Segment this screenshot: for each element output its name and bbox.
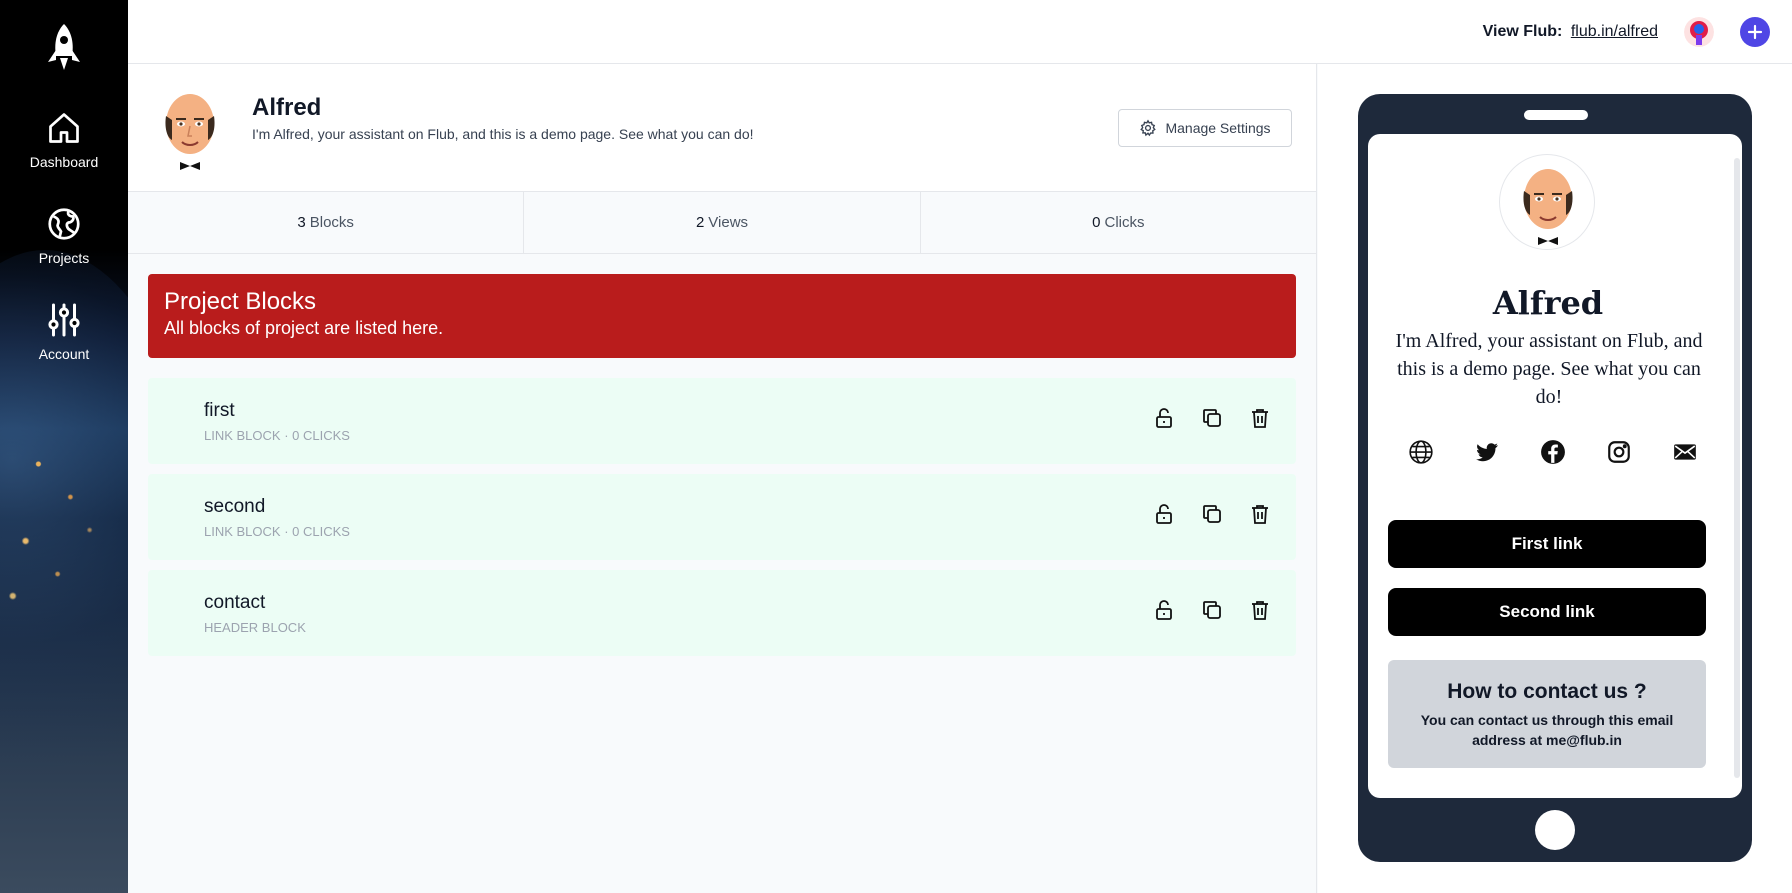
email-icon[interactable]: [1672, 439, 1698, 465]
duplicate-icon[interactable]: [1200, 406, 1224, 430]
block-row[interactable]: first Link Block · 0 Clicks: [148, 378, 1296, 464]
preview-scrollbar[interactable]: [1734, 158, 1740, 778]
trash-icon[interactable]: [1248, 406, 1272, 430]
phone-home-button: [1535, 810, 1575, 850]
project-blocks-banner: Project Blocks All blocks of project are…: [148, 274, 1296, 358]
block-name: first: [204, 400, 235, 421]
trash-icon[interactable]: [1248, 598, 1272, 622]
view-flub-label: View Flub:: [1482, 22, 1563, 40]
instagram-icon[interactable]: [1606, 439, 1632, 465]
stat-blocks: 3 Blocks: [128, 192, 525, 253]
sidebar-item-projects[interactable]: Projects: [0, 206, 128, 266]
preview-avatar-image: [1523, 169, 1573, 245]
stat-value: 3: [297, 214, 306, 231]
stat-unit: Views: [708, 214, 749, 231]
block-actions: [1152, 406, 1272, 430]
sliders-icon: [48, 303, 80, 337]
social-links: [1408, 439, 1698, 465]
stats-bar: 3 Blocks 2 Views 0 Clicks: [128, 192, 1316, 254]
stat-unit: Clicks: [1104, 214, 1145, 231]
preview-first-link-button[interactable]: First link: [1388, 520, 1706, 568]
sidebar-item-label: Account: [38, 346, 90, 362]
block-actions: [1152, 598, 1272, 622]
twitter-icon[interactable]: [1474, 439, 1500, 465]
user-avatar-image: [1684, 16, 1714, 47]
unlock-icon[interactable]: [1152, 598, 1176, 622]
preview-second-link-button[interactable]: Second link: [1388, 588, 1706, 636]
sidebar-item-label: Projects: [38, 250, 90, 266]
block-meta: Link Block · 0 Clicks: [204, 524, 350, 539]
sidebar-item-account[interactable]: Account: [0, 302, 128, 362]
block-row[interactable]: contact Header Block: [148, 570, 1296, 656]
block-name: second: [204, 496, 266, 517]
phone-screen[interactable]: Alfred I'm Alfred, your assistant on Flu…: [1368, 134, 1742, 798]
contact-card-title: How to contact us ?: [1447, 680, 1647, 703]
rocket-logo-icon[interactable]: [44, 22, 84, 74]
block-actions: [1152, 502, 1272, 526]
sidebar-item-label: Dashboard: [29, 154, 99, 170]
stat-clicks: 0 Clicks: [921, 192, 1316, 253]
home-icon: [49, 113, 79, 143]
sidebar: Dashboard Projects Account: [0, 0, 128, 893]
contact-card-text: You can contact us through this email ad…: [1420, 712, 1674, 748]
preview-avatar: [1499, 154, 1595, 250]
trash-icon[interactable]: [1248, 502, 1272, 526]
stat-views: 2 Views: [524, 192, 921, 253]
unlock-icon[interactable]: [1152, 502, 1176, 526]
phone-speaker: [1524, 110, 1588, 120]
block-meta: Header Block: [204, 620, 306, 635]
add-button[interactable]: [1740, 16, 1770, 47]
stat-value: 2: [695, 214, 705, 231]
manage-settings-button[interactable]: Manage Settings: [1118, 109, 1292, 147]
sidebar-item-dashboard[interactable]: Dashboard: [0, 110, 128, 170]
plus-icon: [1747, 24, 1763, 39]
website-globe-icon[interactable]: [1408, 439, 1434, 465]
profile-header: Alfred I'm Alfred, your assistant on Flu…: [128, 64, 1316, 192]
block-name: contact: [204, 592, 266, 613]
gear-icon: [1140, 119, 1157, 137]
banner-subtitle: All blocks of project are listed here.: [164, 318, 444, 338]
user-avatar[interactable]: [1684, 16, 1714, 47]
stat-value: 0: [1092, 214, 1101, 231]
unlock-icon[interactable]: [1152, 406, 1176, 430]
profile-bio: I'm Alfred, your assistant on Flub, and …: [252, 126, 754, 142]
phone-preview-panel: Alfred I'm Alfred, your assistant on Flu…: [1318, 64, 1792, 893]
facebook-icon[interactable]: [1540, 439, 1566, 465]
top-bar: View Flub: flub.in/alfred: [128, 0, 1792, 64]
duplicate-icon[interactable]: [1200, 502, 1224, 526]
manage-settings-label: Manage Settings: [1165, 120, 1271, 136]
profile-avatar: [165, 94, 215, 170]
globe-icon: [48, 208, 80, 240]
preview-bio: I'm Alfred, your assistant on Flub, and …: [1395, 330, 1703, 408]
profile-name: Alfred: [252, 94, 322, 121]
banner-title: Project Blocks: [164, 288, 317, 315]
stat-unit: Blocks: [309, 214, 354, 231]
phone-frame: Alfred I'm Alfred, your assistant on Flu…: [1358, 94, 1752, 862]
main-content: Alfred I'm Alfred, your assistant on Flu…: [128, 64, 1317, 893]
preview-name: Alfred: [1492, 284, 1604, 322]
preview-contact-card: How to contact us ? You can contact us t…: [1388, 660, 1706, 768]
duplicate-icon[interactable]: [1200, 598, 1224, 622]
view-flub-link[interactable]: flub.in/alfred: [1571, 23, 1658, 40]
block-row[interactable]: second Link Block · 0 Clicks: [148, 474, 1296, 560]
view-flub: View Flub: flub.in/alfred: [1483, 23, 1658, 41]
block-meta: Link Block · 0 Clicks: [204, 428, 350, 443]
